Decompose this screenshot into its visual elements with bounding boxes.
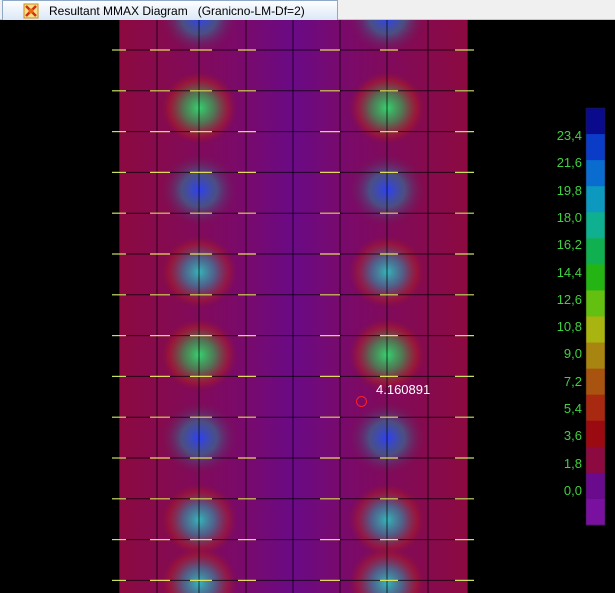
colorbar-band (586, 290, 605, 317)
colorbar-band (586, 264, 605, 291)
legend-label: 14,4 (556, 264, 582, 280)
colorbar-band (586, 186, 605, 213)
probe-marker[interactable] (356, 396, 367, 407)
legend-label: 7,2 (563, 373, 582, 389)
app-icon (23, 3, 39, 19)
colorbar-band (586, 238, 605, 265)
diagram-canvas[interactable]: 23,4 21,6 19,8 18,0 16,2 14,4 12,6 10,8 9,0 7,2 5,… (0, 20, 615, 593)
legend-label: 12,6 (556, 291, 582, 307)
mmax-contour-plot (112, 20, 606, 593)
colorbar-band (586, 446, 605, 474)
legend-label: 18,0 (556, 209, 582, 225)
legend-label: 21,6 (556, 155, 582, 171)
legend-label: 10,8 (556, 319, 582, 335)
colorbar-band (586, 498, 605, 526)
window-tab[interactable]: Resultant MMAX Diagram (Granicno-LM-Df=2… (2, 0, 338, 20)
probe-value: 4.160891 (376, 382, 431, 397)
legend-label: 5,4 (563, 401, 582, 416)
title-bar: Resultant MMAX Diagram (Granicno-LM-Df=2… (0, 0, 615, 20)
colorbar-band (586, 472, 605, 500)
colorbar-band (586, 160, 605, 187)
colorbar-band (586, 368, 605, 396)
legend-label: 1,8 (563, 455, 582, 471)
colorbar-band (586, 134, 605, 161)
colorbar-band (586, 342, 605, 370)
colorbar-band (586, 212, 605, 239)
colorbar-band (586, 420, 605, 448)
plate-strip (112, 20, 474, 593)
colorbar (585, 107, 606, 526)
window-title: Resultant MMAX Diagram (Granicno-LM-Df=2… (49, 4, 305, 18)
legend-label: 3,6 (563, 428, 582, 444)
colorbar-band (586, 394, 605, 422)
colorbar-band (586, 316, 605, 344)
legend-label: 0,0 (563, 482, 582, 498)
legend-label: 23,4 (556, 128, 582, 143)
colorbar-band (586, 108, 605, 135)
legend-label: 16,2 (556, 237, 582, 253)
legend-label: 19,8 (556, 182, 582, 198)
legend-label: 9,0 (563, 346, 582, 362)
